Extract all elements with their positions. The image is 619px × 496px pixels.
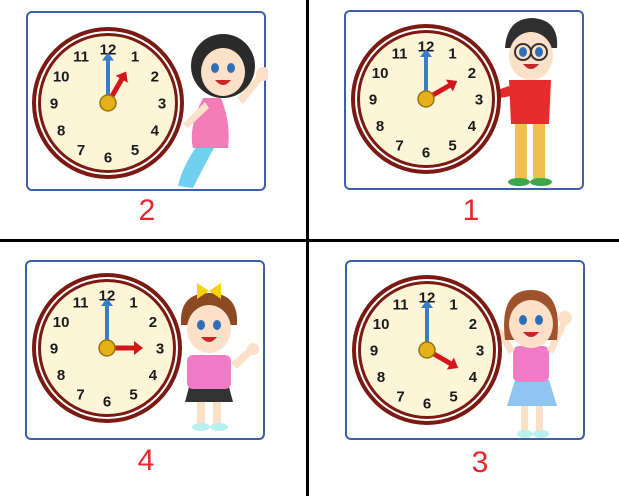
shoe — [210, 423, 228, 431]
clock-center-cap — [417, 90, 435, 108]
panel-number-label: 2 — [138, 194, 156, 227]
dial-number: 10 — [373, 316, 390, 333]
right-leg — [536, 402, 543, 432]
shoe — [533, 430, 549, 438]
clock-illustration: 12 1234567891011 — [32, 27, 268, 188]
dial-number: 2 — [469, 316, 477, 333]
thumbs-up-hand — [247, 343, 259, 355]
dress — [191, 98, 229, 148]
dial-number: 1 — [449, 297, 457, 314]
clock-center-cap — [98, 339, 116, 357]
dial-number: 4 — [149, 367, 158, 384]
dial-number: 11 — [73, 295, 89, 312]
dial-number: 5 — [131, 142, 139, 159]
analog-clock: 12 1234567891011 — [32, 27, 184, 179]
dial-number: 1 — [129, 295, 137, 312]
dial-number: 9 — [369, 91, 377, 108]
character-illustration — [178, 34, 268, 188]
dial-number: 4 — [469, 369, 478, 386]
dial-number: 4 — [468, 118, 477, 135]
analog-clock: 12 1234567891011 — [351, 24, 501, 174]
dial-number: 2 — [149, 314, 157, 331]
dial-number: 1 — [131, 49, 139, 66]
face — [187, 305, 231, 353]
skirt — [507, 380, 557, 406]
dial-number: 7 — [77, 142, 85, 159]
dial-number: 8 — [376, 118, 384, 135]
dial-number: 7 — [395, 137, 403, 154]
face — [509, 300, 553, 348]
eye — [535, 47, 543, 57]
dial-number: 2 — [151, 68, 159, 85]
shirt — [187, 355, 231, 389]
dial-number: 3 — [158, 95, 166, 112]
shoe — [508, 178, 530, 186]
shoe — [517, 430, 533, 438]
dial-number: 3 — [475, 91, 483, 108]
dial-number: 6 — [422, 144, 430, 161]
clock-illustration: 12 1234567891011 — [32, 273, 259, 431]
dial-number: 6 — [423, 395, 431, 412]
dial-number: 7 — [396, 388, 404, 405]
dial-number: 9 — [50, 95, 58, 112]
dial-number: 9 — [370, 342, 378, 359]
dial-number: 2 — [468, 65, 476, 82]
shoe — [192, 423, 210, 431]
panel-number-label: 3 — [471, 446, 489, 479]
dial-number: 8 — [57, 122, 65, 139]
skirt — [185, 387, 233, 402]
shoe — [530, 178, 552, 186]
left-leg — [515, 122, 527, 180]
panel-number-label: 1 — [462, 194, 480, 227]
dial-number: 6 — [104, 149, 112, 166]
shirt — [513, 346, 549, 382]
eye — [519, 47, 527, 57]
clock-illustration: 12 1234567891011 — [352, 275, 572, 438]
clock-illustration: 12 1234567891011 — [351, 18, 558, 186]
dial-number: 11 — [73, 49, 89, 66]
eye — [211, 63, 219, 73]
dial-number: 10 — [53, 68, 70, 85]
panel-number-label: 4 — [137, 444, 155, 477]
clock-card: 12 1 2 3 4 5 6 7 8 9 10 11 — [345, 260, 585, 440]
eye — [519, 315, 527, 325]
dial-number: 8 — [57, 367, 65, 384]
horizontal-divider — [0, 239, 619, 242]
waving-hand — [558, 311, 572, 325]
clock-center-cap — [99, 94, 117, 112]
dial-number: 7 — [76, 386, 84, 403]
dial-number: 10 — [372, 65, 389, 82]
character-illustration — [180, 283, 259, 431]
face — [201, 48, 245, 96]
clock-card: 12 1 2 3 4 5 6 7 8 9 10 11 — [25, 260, 265, 440]
eye — [535, 315, 543, 325]
eye — [227, 63, 235, 73]
eye — [213, 320, 221, 330]
right-leg — [533, 122, 545, 180]
dial-number: 8 — [377, 369, 385, 386]
left-leg — [521, 402, 528, 432]
analog-clock: 12 1234567891011 — [352, 275, 502, 425]
dial-number: 10 — [53, 314, 70, 331]
dial-number: 6 — [103, 393, 111, 410]
dial-number: 5 — [448, 137, 456, 154]
dial-number: 5 — [449, 388, 457, 405]
dial-number: 11 — [392, 46, 408, 63]
dial-number: 4 — [151, 122, 160, 139]
analog-clock: 12 1234567891011 — [32, 273, 182, 423]
dial-number: 3 — [156, 340, 164, 357]
dial-number: 11 — [393, 297, 409, 314]
shirt — [509, 80, 551, 124]
dial-number: 3 — [476, 342, 484, 359]
clock-card: 12 1 2 3 4 5 6 7 8 9 10 11 — [344, 10, 584, 190]
clock-center-cap — [418, 341, 436, 359]
dial-number: 5 — [129, 386, 137, 403]
eye — [197, 320, 205, 330]
vertical-divider — [306, 0, 309, 496]
dial-number: 9 — [50, 340, 58, 357]
character-illustration — [495, 290, 572, 438]
dial-number: 1 — [448, 46, 456, 63]
clock-card: 12 1 2 3 4 5 6 7 8 9 10 11 — [26, 11, 268, 191]
